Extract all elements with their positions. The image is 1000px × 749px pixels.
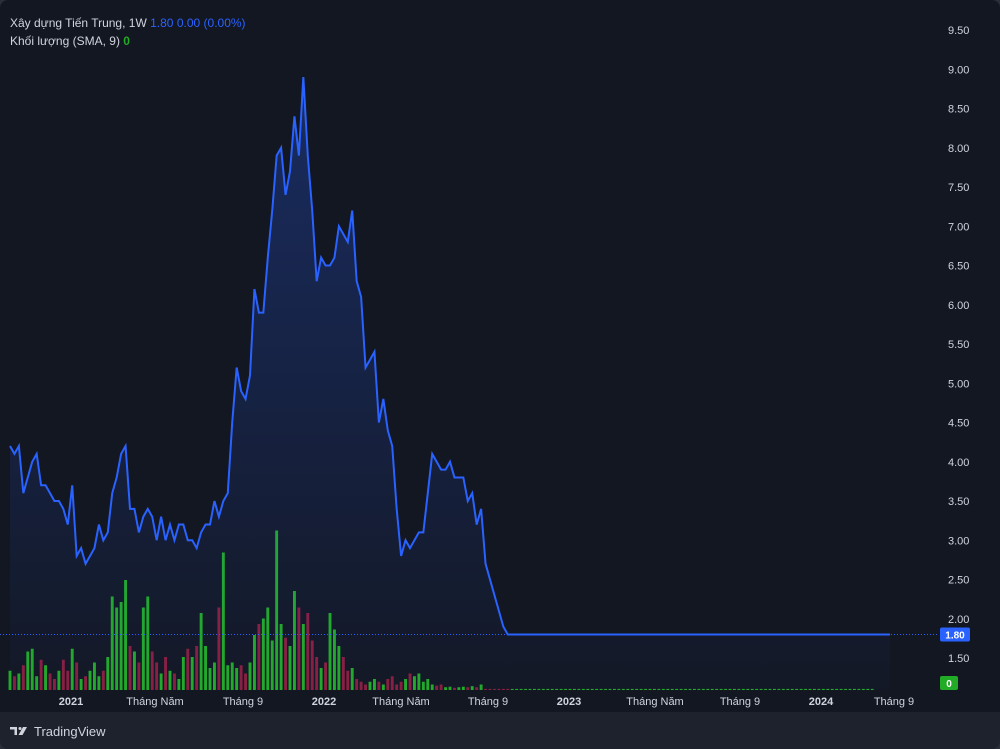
- price-tick-label: 9.50: [948, 25, 969, 37]
- time-tick-label: Tháng Năm: [626, 696, 683, 708]
- time-tick-label: Tháng 9: [223, 696, 263, 708]
- price-tick-label: 3.50: [948, 496, 969, 508]
- price-tick-label: 6.00: [948, 300, 969, 312]
- time-tick-label: 2022: [312, 696, 336, 708]
- price-tick-label: 6.50: [948, 261, 969, 273]
- brand-name: TradingView: [34, 723, 106, 739]
- time-tick-label: 2021: [59, 696, 83, 708]
- change-percent: (0.00%): [203, 16, 246, 30]
- time-tick-label: Tháng Năm: [372, 696, 429, 708]
- price-chart-svg[interactable]: 9.50 9.00 8.50 8.00 7.50 7.00 6.50 6.00 5.50 5.00…: [0, 0, 1000, 712]
- last-price-label: 1.80: [940, 627, 970, 642]
- time-tick-label: Tháng Năm: [126, 696, 183, 708]
- last-value: 1.80: [150, 16, 174, 30]
- price-tick-label: 5.50: [948, 339, 969, 351]
- price-tick-label: 8.50: [948, 104, 969, 116]
- price-tick-label: 3.00: [948, 535, 969, 547]
- time-tick-label: Tháng 9: [720, 696, 760, 708]
- price-axis[interactable]: 9.50 9.00 8.50 8.00 7.50 7.00 6.50 6.00 5.50 5.00…: [948, 25, 969, 665]
- time-tick-label: Tháng 9: [468, 696, 508, 708]
- symbol-title[interactable]: Xây dựng Tiến Trung, 1W: [10, 16, 147, 30]
- price-area-fill: [10, 77, 890, 691]
- price-tick-label: 2.50: [948, 575, 969, 587]
- price-tick-label: 9.00: [948, 64, 969, 76]
- time-tick-label: 2024: [809, 696, 834, 708]
- price-tick-label: 8.00: [948, 143, 969, 155]
- last-volume-label: 0: [940, 676, 958, 690]
- change-value: 0.00: [176, 16, 201, 30]
- chart-frame: 9.50 9.00 8.50 8.00 7.50 7.00 6.50 6.00 5.50 5.00…: [0, 0, 1000, 749]
- price-tick-label: 5.00: [948, 378, 969, 390]
- tradingview-logo-icon: [10, 727, 27, 735]
- price-tick-label: 4.50: [948, 418, 969, 430]
- volume-indicator-title[interactable]: Khối lượng (SMA, 9): [10, 34, 120, 48]
- last-volume-text: 0: [946, 679, 952, 690]
- price-tick-label: 7.50: [948, 182, 969, 194]
- price-tick-label: 1.50: [948, 653, 969, 665]
- price-tick-label: 7.00: [948, 221, 969, 233]
- volume-indicator-value: 0: [123, 34, 130, 48]
- time-tick-label: Tháng 9: [874, 696, 914, 708]
- chart-panel[interactable]: 9.50 9.00 8.50 8.00 7.50 7.00 6.50 6.00 5.50 5.00…: [0, 0, 1000, 712]
- time-tick-label: 2023: [557, 696, 581, 708]
- volume-legend[interactable]: Khối lượng (SMA, 9) 0: [10, 34, 130, 48]
- last-price-text: 1.80: [945, 630, 965, 641]
- footer-bar: TradingView: [0, 712, 1000, 749]
- series-legend[interactable]: Xây dựng Tiến Trung, 1W 1.80 0.00 (0.00%…: [10, 16, 246, 30]
- tradingview-brand[interactable]: TradingView: [10, 722, 106, 740]
- time-axis[interactable]: 2021 Tháng Năm Tháng 9 2022 Tháng Năm Tháng 9…: [59, 696, 914, 708]
- price-tick-label: 4.00: [948, 457, 969, 469]
- price-tick-label: 2.00: [948, 614, 969, 626]
